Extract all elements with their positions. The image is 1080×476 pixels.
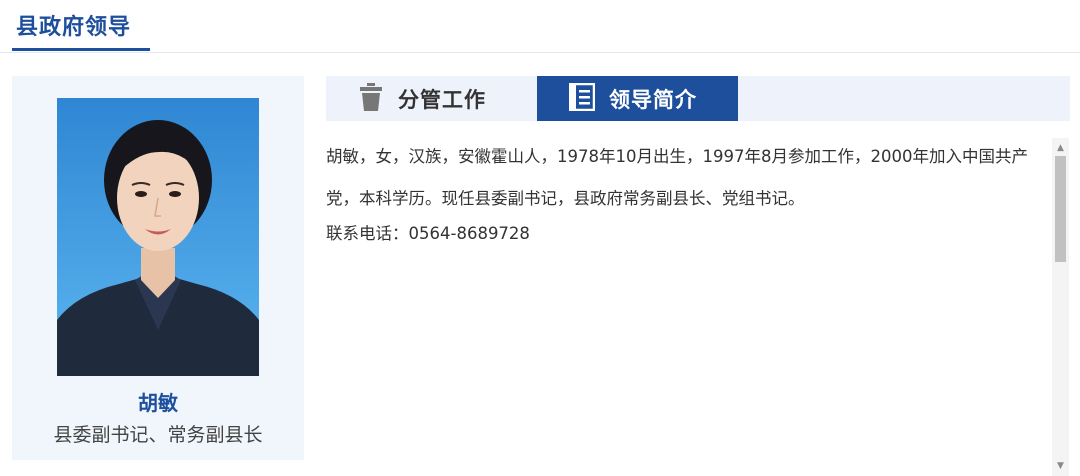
leader-page: 县政府领导 胡敏 县委副书记、常务副县长 分管工作 领导简介 胡敏，女，汉族，安… — [0, 0, 1080, 476]
scroll-thumb[interactable] — [1055, 156, 1066, 262]
tab-assignment-label: 分管工作 — [398, 87, 486, 112]
scroll-up-arrow-icon[interactable]: ▲ — [1052, 140, 1069, 156]
bio-panel: 胡敏，女，汉族，安徽霍山人，1978年10月出生，1997年8月参加工作，200… — [326, 136, 1050, 466]
page-title: 县政府领导 — [16, 15, 132, 40]
trash-bin-icon — [358, 82, 384, 115]
bio-contact: 联系电话：0564-8689728 — [326, 224, 530, 243]
vertical-scrollbar[interactable]: ▲ ▼ — [1052, 138, 1069, 476]
scroll-down-arrow-icon[interactable]: ▼ — [1052, 458, 1069, 474]
tab-assignment[interactable]: 分管工作 — [326, 76, 536, 121]
document-list-icon — [568, 82, 596, 115]
bio-text: 胡敏，女，汉族，安徽霍山人，1978年10月出生，1997年8月参加工作，200… — [326, 147, 1028, 208]
leader-name: 胡敏 — [138, 391, 178, 415]
tab-profile-label: 领导简介 — [609, 87, 697, 112]
leader-position: 县委副书记、常务副县长 — [53, 424, 263, 446]
section-header: 县政府领导 — [0, 0, 1080, 53]
title-underline — [12, 48, 150, 51]
profile-card: 胡敏 县委副书记、常务副县长 — [12, 76, 304, 460]
leader-portrait — [57, 98, 259, 376]
tab-bar: 分管工作 领导简介 — [326, 76, 1070, 121]
tab-profile[interactable]: 领导简介 — [537, 76, 738, 121]
